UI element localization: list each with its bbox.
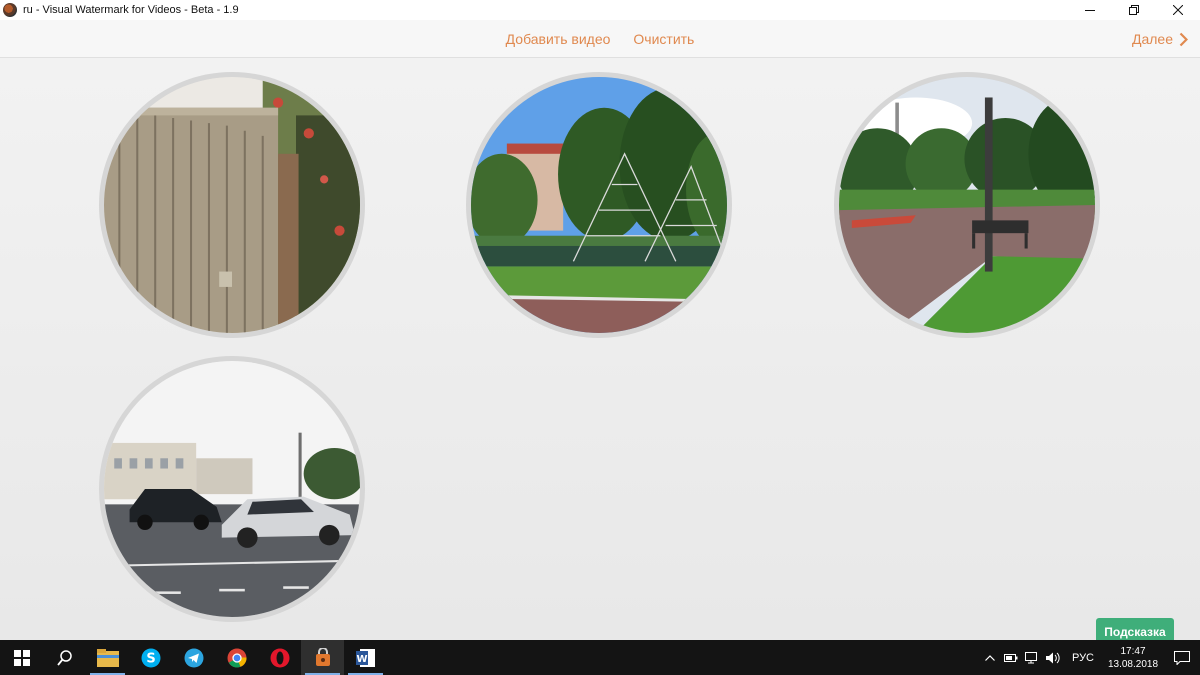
search-button[interactable] [43,640,86,675]
clock-time: 17:47 [1120,645,1146,657]
action-center-button[interactable] [1164,640,1200,675]
toolbar-actions: Добавить видео Очистить [0,20,1200,58]
notification-icon [1174,650,1190,665]
search-icon [56,649,72,666]
telegram-icon [184,648,203,667]
close-button[interactable] [1156,0,1200,20]
window-controls [1068,0,1200,20]
fence-thumbnail-image [104,77,360,333]
minimize-icon [1085,10,1095,11]
chevron-right-icon [1179,32,1188,46]
taskbar-skype[interactable]: S [129,640,172,675]
restore-button[interactable] [1112,0,1156,20]
tray-battery[interactable] [1001,640,1022,675]
clear-button[interactable]: Очистить [633,31,694,47]
battery-icon [1004,653,1018,662]
toolbar: Добавить видео Очистить Далее [0,20,1200,58]
clock-date: 13.08.2018 [1107,658,1159,670]
tray-network[interactable] [1022,640,1043,675]
taskbar-telegram[interactable] [172,640,215,675]
video-thumbnail[interactable] [99,72,365,338]
chrome-icon [227,648,247,667]
tray-expand-button[interactable] [980,640,1001,675]
street-cars-thumbnail-image [104,361,360,617]
opera-icon [270,648,289,667]
video-thumbnail[interactable] [466,72,732,338]
taskbar-opera[interactable] [258,640,301,675]
start-icon [13,649,30,666]
next-button[interactable]: Далее [1132,20,1188,58]
svg-text:W: W [356,654,367,665]
word-icon: W [355,648,375,667]
app-logo-icon [3,3,17,17]
video-thumbnail[interactable] [834,72,1100,338]
taskbar-file-explorer[interactable] [86,640,129,675]
minimize-button[interactable] [1068,0,1112,20]
video-grid: Подсказка [0,58,1200,640]
tray-clock[interactable]: 17:47 13.08.2018 [1102,645,1164,671]
start-button[interactable] [0,640,43,675]
restore-icon [1129,5,1139,15]
title-bar: ru - Visual Watermark for Videos - Beta … [0,0,1200,20]
volume-icon [1046,652,1061,663]
add-video-button[interactable]: Добавить видео [506,31,611,47]
taskbar-chrome[interactable] [215,640,258,675]
close-icon [1173,5,1183,15]
system-tray: РУС 17:47 13.08.2018 [980,640,1200,675]
skype-icon: S [141,648,160,667]
taskbar-word[interactable]: W [344,640,387,675]
chevron-up-icon [985,654,996,661]
taskbar: S W РУС 17:47 13.08.2018 [0,640,1200,675]
visual-watermark-icon [315,647,330,666]
window-title: ru - Visual Watermark for Videos - Beta … [23,4,239,16]
file-explorer-icon [96,648,119,667]
playground-thumbnail-image [471,77,727,333]
video-thumbnail[interactable] [99,356,365,622]
hint-button[interactable]: Подсказка [1096,618,1174,640]
park-path-thumbnail-image [839,77,1095,333]
svg-text:S: S [146,651,155,666]
next-button-label: Далее [1131,31,1173,47]
input-language[interactable]: РУС [1072,652,1094,664]
tray-volume[interactable] [1043,640,1064,675]
taskbar-visual-watermark[interactable] [301,640,344,675]
network-icon [1025,651,1038,663]
